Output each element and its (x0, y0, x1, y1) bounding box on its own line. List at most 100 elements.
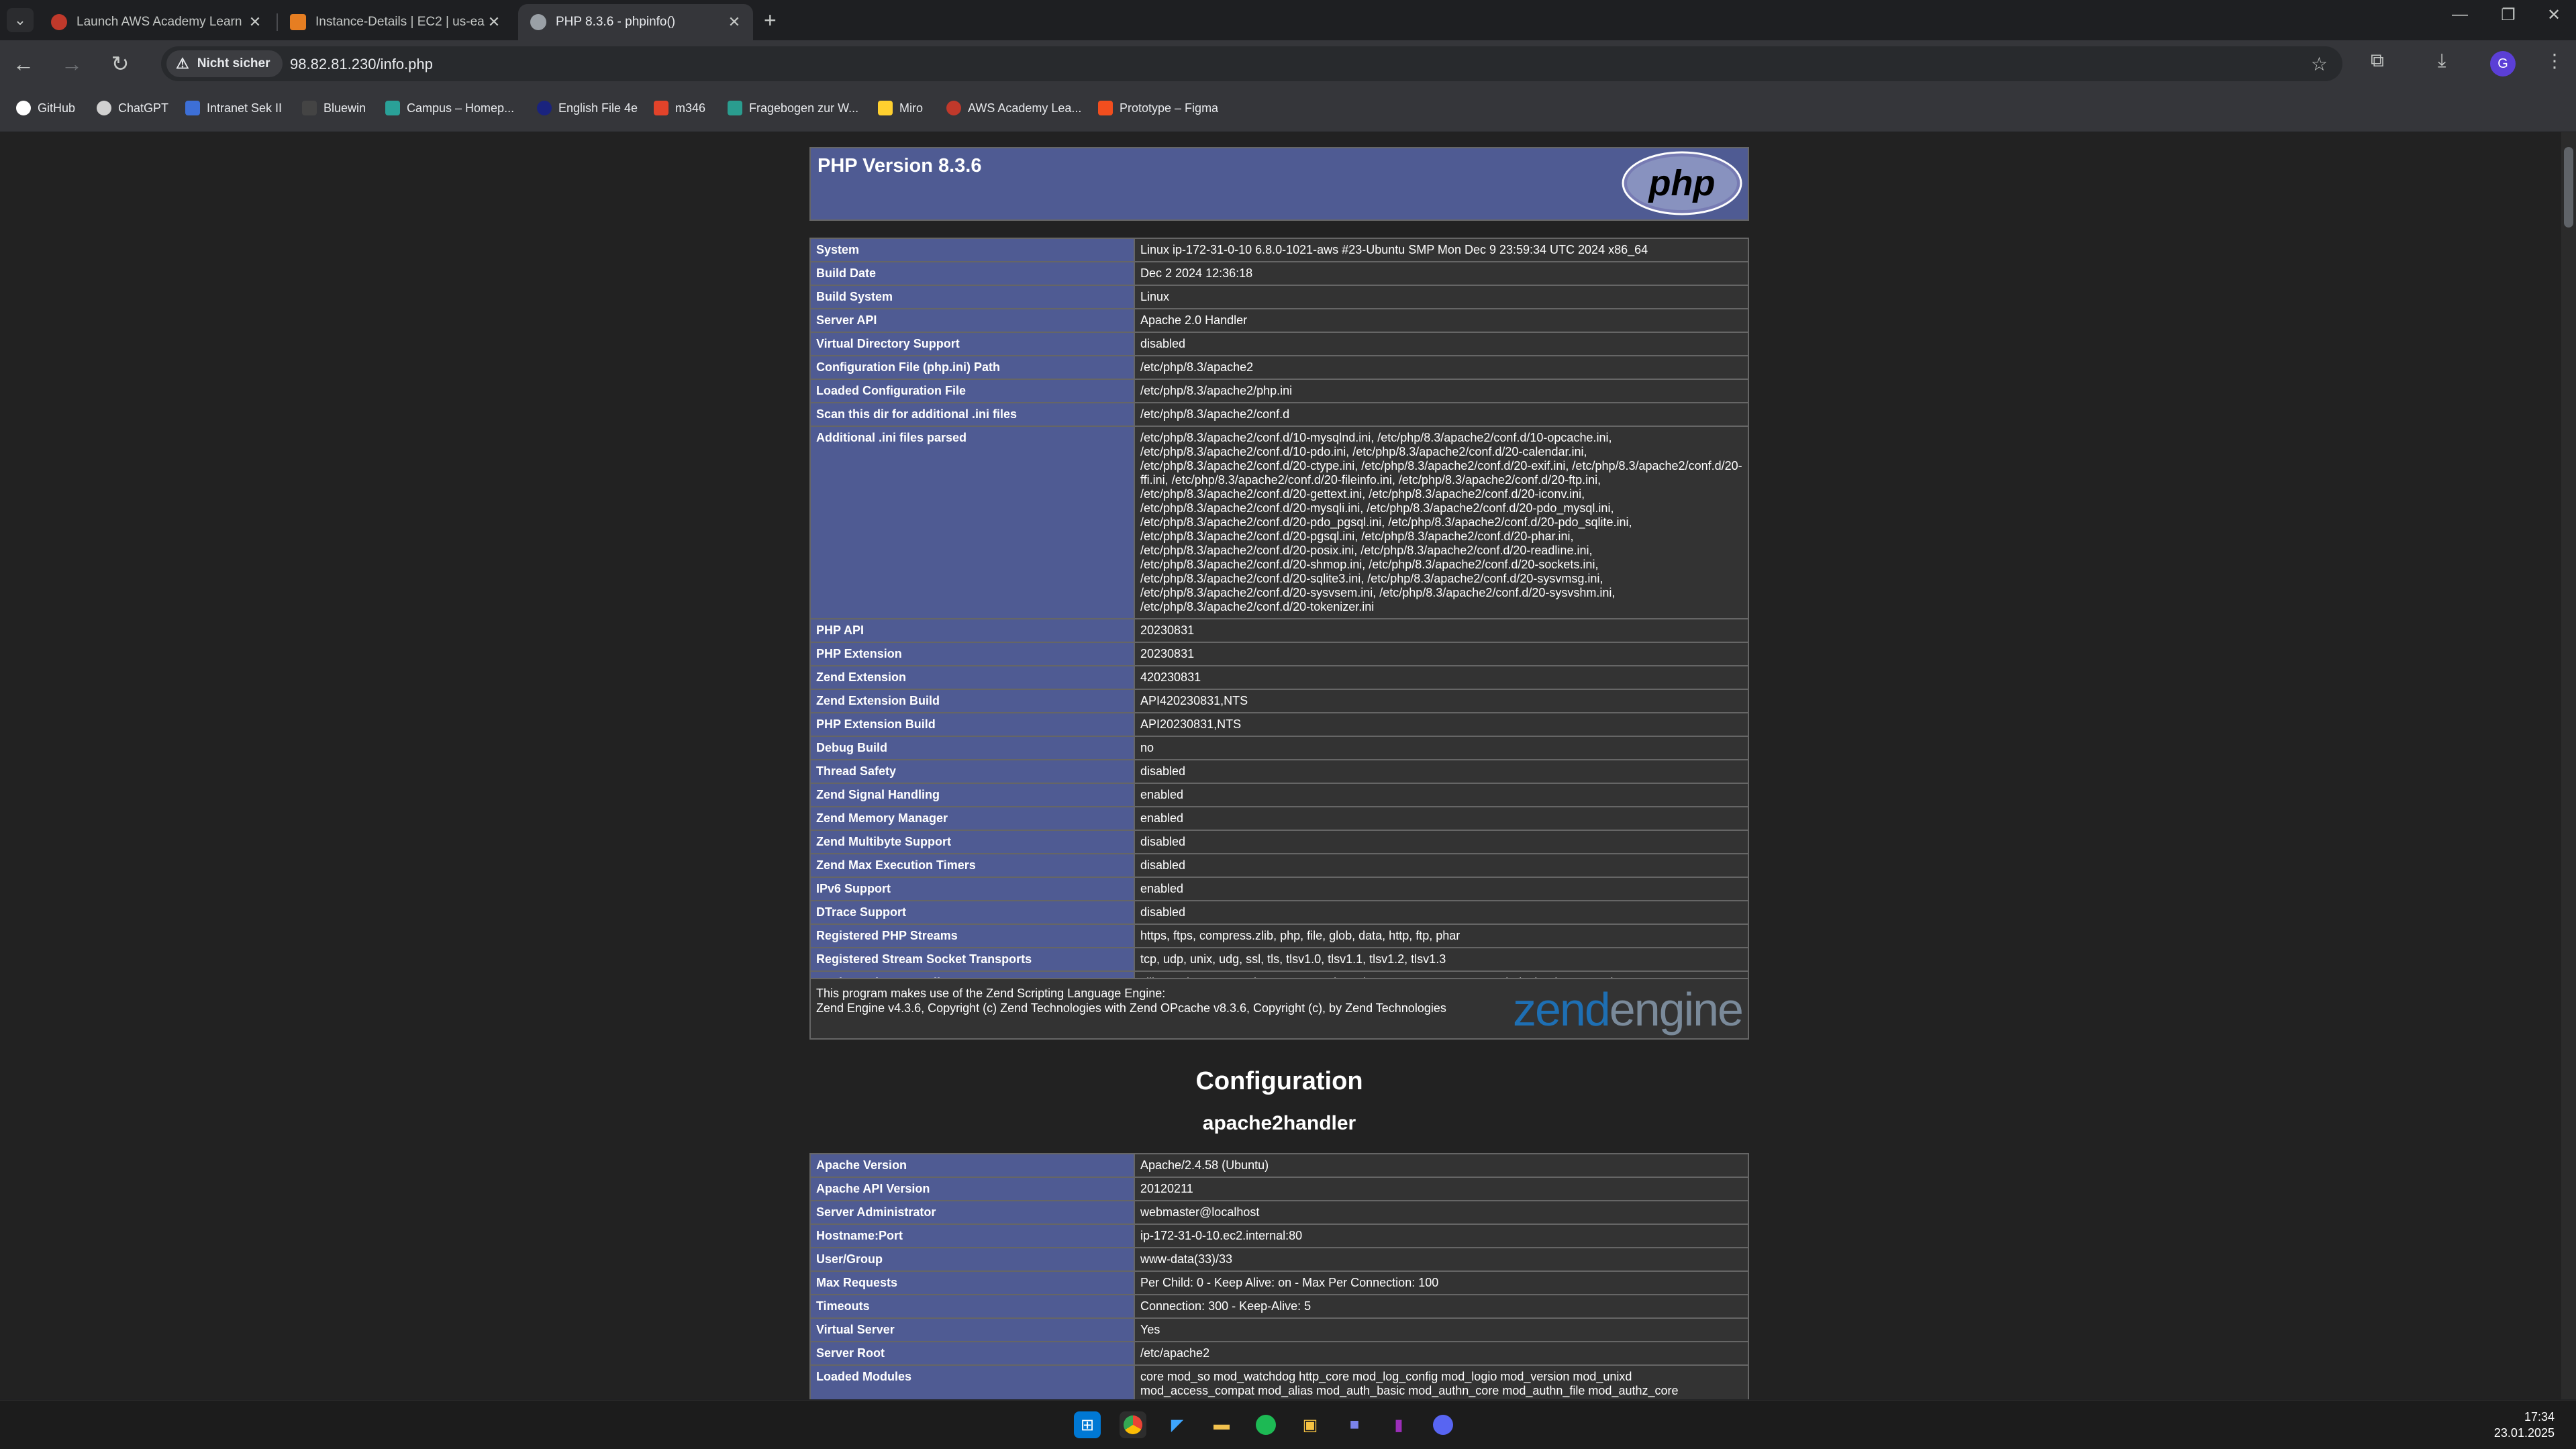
tab-strip: ⌄ Launch AWS Academy Learn ✕ Instance-De… (0, 0, 2576, 40)
bookmark-label: m346 (675, 101, 706, 115)
row-key: Thread Safety (809, 759, 1135, 784)
bookmark-m346[interactable]: m346 (654, 101, 705, 115)
row-key: Debug Build (809, 736, 1135, 760)
bookmark-english-file[interactable]: English File 4e (537, 101, 638, 115)
bookmark-label: AWS Academy Lea... (968, 101, 1082, 115)
vscode-icon[interactable]: ◤ (1164, 1411, 1191, 1438)
tab-search-button[interactable]: ⌄ (7, 8, 34, 32)
table-row: Server API Apache 2.0 Handler (809, 308, 1749, 333)
shield-icon (185, 101, 200, 115)
onenote-icon[interactable]: ▮ (1385, 1411, 1412, 1438)
row-value: Yes (1134, 1317, 1749, 1342)
table-row: Server Root/etc/apache2 (809, 1341, 1749, 1366)
bluewin-icon (302, 101, 317, 115)
zend-text-line-2: Zend Engine v4.3.6, Copyright (c) Zend T… (816, 1001, 1446, 1015)
security-chip[interactable]: ⚠ Nicht sicher (166, 50, 283, 77)
apache2handler-heading: apache2handler (1202, 1112, 1356, 1134)
windows-start-icon[interactable]: ⊞ (1074, 1411, 1101, 1438)
tab-title: Launch AWS Academy Learn (77, 15, 242, 29)
row-value: /etc/php/8.3/apache2 (1134, 355, 1749, 380)
minimize-icon[interactable]: — (2443, 5, 2477, 24)
address-bar[interactable]: ⚠ Nicht sicher 98.82.81.230/info.php ☆ (161, 46, 2342, 81)
bookmark-bluewin[interactable]: Bluewin (302, 101, 366, 115)
row-key: Zend Extension (809, 665, 1135, 690)
bookmark-fragebogen[interactable]: Fragebogen zur W... (728, 101, 858, 115)
table-row: Server Administrator webmaster@localhost (809, 1200, 1749, 1225)
row-key: Zend Memory Manager (809, 806, 1135, 831)
row-key: DTrace Support (809, 900, 1135, 925)
table-row: PHP Extension Build API20230831,NTS (809, 712, 1749, 737)
bookmark-label: ChatGPT (118, 101, 169, 115)
file-explorer-icon[interactable]: ▬ (1208, 1411, 1235, 1438)
close-window-icon[interactable]: ✕ (2537, 5, 2571, 25)
spotify-icon[interactable] (1252, 1411, 1279, 1438)
menu-kebab-icon[interactable]: ⋮ (2545, 50, 2564, 72)
aws-academy-icon (946, 101, 961, 115)
bookmark-figma[interactable]: Prototype – Figma (1098, 101, 1218, 115)
row-value: enabled (1134, 783, 1749, 807)
row-key: Build Date (809, 261, 1135, 286)
table-row: Additional .ini files parsed/etc/php/8.3… (809, 426, 1749, 619)
row-value: 420230831 (1134, 665, 1749, 690)
page-viewport: PHP Version 8.3.6 php System Linux ip-172… (0, 132, 2561, 1399)
new-tab-icon[interactable]: + (764, 8, 777, 33)
table-row: System Linux ip-172-31-0-10 6.8.0-1021-aw… (809, 238, 1749, 262)
close-tab-icon[interactable]: ✕ (485, 13, 503, 31)
row-value: API420230831,NTS (1134, 689, 1749, 713)
extensions-icon[interactable]: ⧉ (2371, 50, 2384, 72)
tab-phpinfo[interactable]: PHP 8.3.6 - phpinfo() ✕ (518, 4, 753, 40)
scrollbar-thumb[interactable] (2564, 147, 2573, 228)
bookmark-miro[interactable]: Miro (878, 101, 923, 115)
row-key: Server API (809, 308, 1135, 333)
download-icon[interactable]: ⤓ (2438, 50, 2446, 72)
tab-aws-academy[interactable]: Launch AWS Academy Learn ✕ (39, 4, 274, 40)
row-value: disabled (1134, 830, 1749, 854)
row-key: PHP API (809, 618, 1135, 643)
bookmark-star-icon[interactable]: ☆ (2311, 53, 2328, 75)
close-tab-icon[interactable]: ✕ (725, 13, 744, 31)
php-version-header: PHP Version 8.3.6 php (809, 147, 1749, 221)
table-row: DTrace Support disabled (809, 900, 1749, 925)
reload-icon[interactable]: ↻ (105, 48, 136, 79)
row-value: /etc/php/8.3/apache2/conf.d (1134, 402, 1749, 427)
row-key: Zend Max Execution Timers (809, 853, 1135, 878)
tab-ec2-instance[interactable]: Instance-Details | EC2 | us-ea ✕ (278, 4, 513, 40)
close-tab-icon[interactable]: ✕ (246, 13, 264, 31)
row-value: Linux (1134, 285, 1749, 309)
bookmark-campus[interactable]: Campus – Homep... (385, 101, 514, 115)
discord-icon[interactable] (1430, 1411, 1456, 1438)
table-row: Zend Multibyte Support disabled (809, 830, 1749, 854)
table-row: Virtual Server Yes (809, 1317, 1749, 1342)
vertical-scrollbar[interactable] (2561, 132, 2576, 1399)
row-key: Registered PHP Streams (809, 923, 1135, 948)
url-text[interactable]: 98.82.81.230/info.php (290, 56, 433, 73)
bookmark-aws-academy[interactable]: AWS Academy Lea... (946, 101, 1081, 115)
system-clock[interactable]: 17:34 23.01.2025 (2494, 1409, 2555, 1441)
bookmark-chatgpt[interactable]: ChatGPT (97, 101, 168, 115)
row-key: Virtual Server (809, 1317, 1135, 1342)
clock-date: 23.01.2025 (2493, 1426, 2555, 1440)
row-value: disabled (1134, 853, 1749, 878)
bookmark-intranet[interactable]: Intranet Sek II (185, 101, 282, 115)
row-value: /etc/php/8.3/apache2/conf.d/10-mysqlnd.i… (1134, 426, 1749, 619)
restore-icon[interactable]: ❐ (2491, 5, 2525, 25)
forward-icon[interactable]: → (56, 48, 87, 79)
row-key: Apache API Version (809, 1177, 1135, 1201)
table-row: Configuration File (php.ini) Path/etc/ph… (809, 355, 1749, 380)
row-key: Scan this dir for additional .ini files (809, 402, 1135, 427)
row-value: API20230831,NTS (1134, 712, 1749, 737)
teams-icon[interactable]: ■ (1341, 1411, 1368, 1438)
form-icon (728, 101, 742, 115)
bookmark-github[interactable]: GitHub (16, 101, 75, 115)
row-key: Virtual Directory Support (809, 332, 1135, 356)
page-title: PHP Version 8.3.6 (818, 155, 982, 177)
row-value: tcp, udp, unix, udg, ssl, tls, tlsv1.0, … (1134, 947, 1749, 972)
chrome-icon[interactable] (1120, 1411, 1146, 1438)
zend-engine-logo: zendengine (1512, 983, 1744, 1036)
profile-avatar[interactable]: G (2490, 51, 2516, 77)
microsoft-store-icon[interactable]: ▣ (1297, 1411, 1324, 1438)
back-icon[interactable]: ← (8, 48, 39, 79)
row-value: core mod_so mod_watchdog http_core mod_l… (1134, 1364, 1749, 1399)
gitlab-icon (654, 101, 668, 115)
row-key: Loaded Configuration File (809, 379, 1135, 403)
